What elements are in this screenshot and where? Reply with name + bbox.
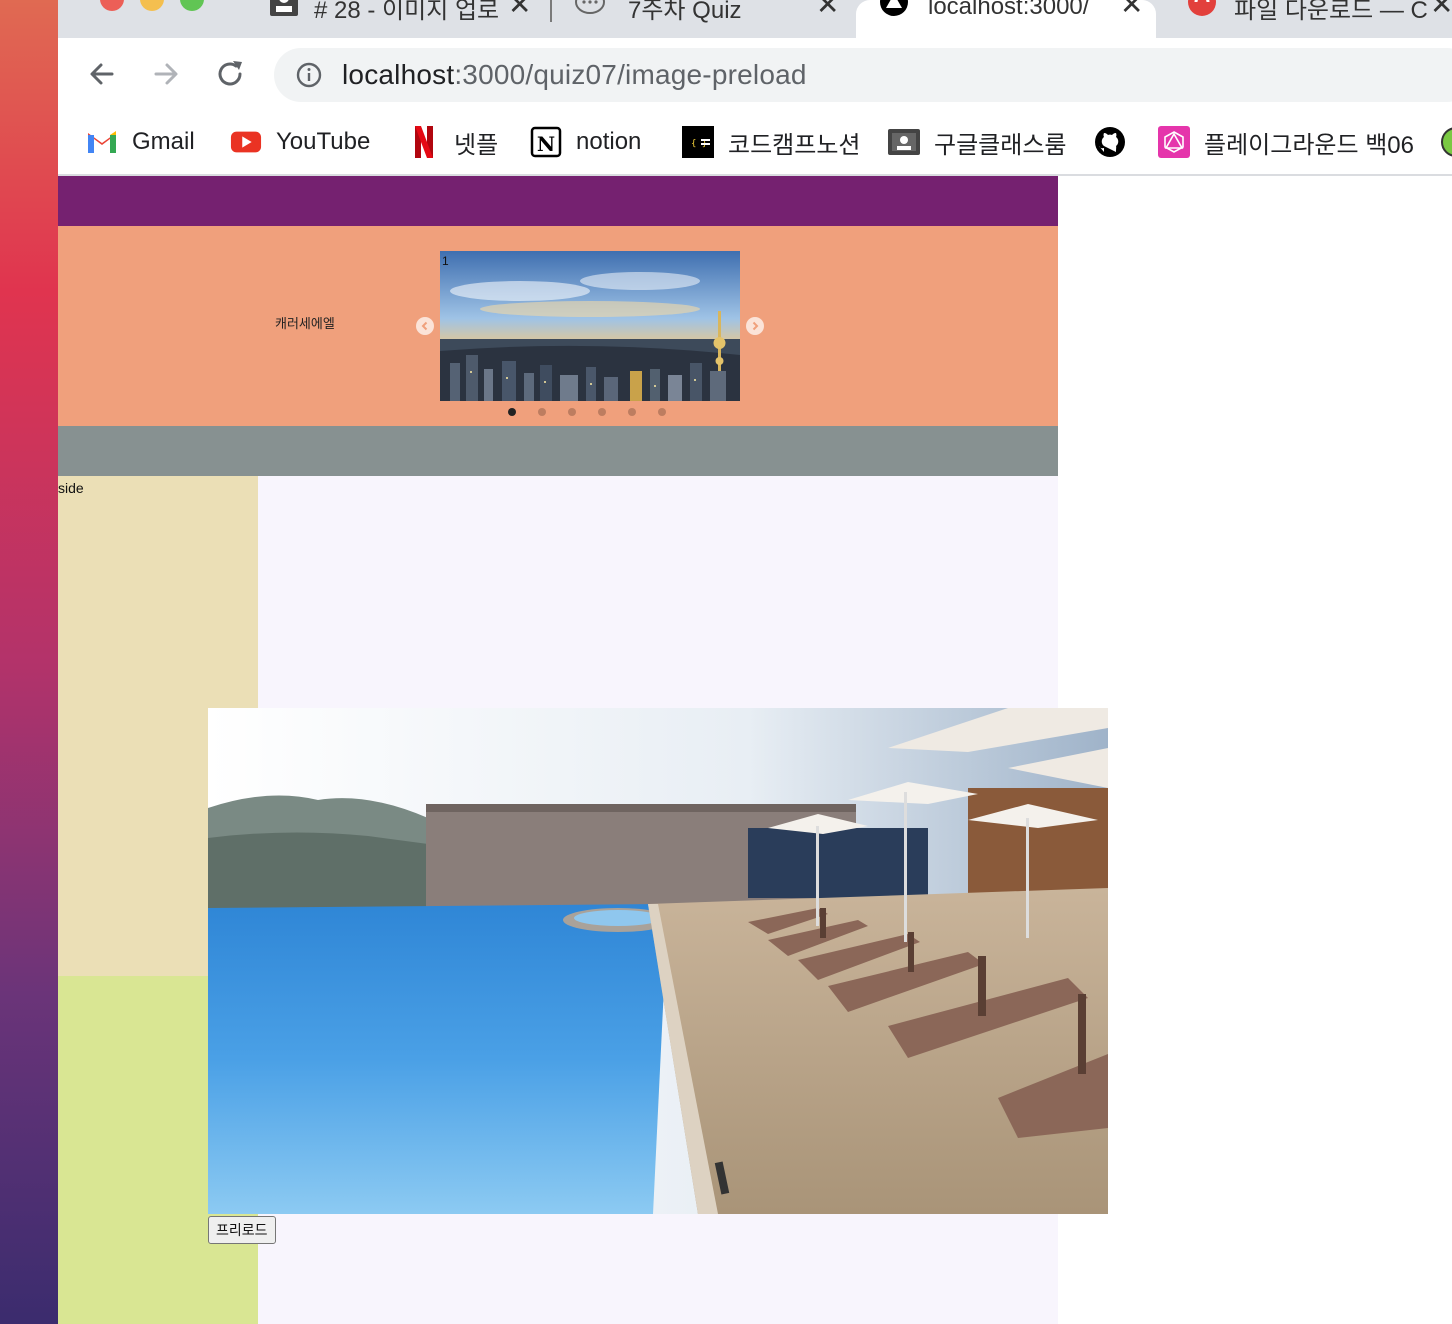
slide-number: 1 <box>442 254 449 268</box>
chevron-left-icon <box>421 321 428 331</box>
url-path: :3000/quiz07/image-preload <box>454 59 807 90</box>
gmail-icon <box>86 126 118 158</box>
close-tab-icon[interactable]: ✕ <box>816 0 839 21</box>
bookmark-codecamp[interactable]: { } 코드캠프노션 <box>682 122 860 162</box>
page-header <box>58 176 1058 226</box>
close-window-button[interactable] <box>100 0 124 11</box>
url-text[interactable]: localhost:3000/quiz07/image-preload <box>342 59 807 91</box>
classroom-icon <box>888 126 920 158</box>
arrow-right-icon <box>154 63 178 85</box>
address-bar[interactable]: localhost:3000/quiz07/image-preload <box>274 48 1452 102</box>
toolbar: localhost:3000/quiz07/image-preload <box>58 38 1452 110</box>
tab-image-upload[interactable]: # 28 - 이미지 업로 ✕ <box>258 0 542 38</box>
bookmark-label: 구글클래스룸 <box>934 131 1067 159</box>
classroom-favicon-icon <box>270 0 298 16</box>
banner-label: 캐러세에엘 <box>275 317 335 332</box>
close-tab-icon[interactable]: ✕ <box>508 0 531 21</box>
close-tab-icon[interactable]: ✕ <box>1120 0 1143 21</box>
rooftop-pool-photo <box>208 708 1108 1214</box>
green-circle-icon <box>1440 126 1452 158</box>
svg-text:N: N <box>537 132 555 156</box>
carousel-dot[interactable] <box>628 408 636 416</box>
forward-button[interactable] <box>146 54 186 94</box>
bookmark-label: Gmail <box>132 128 195 155</box>
carousel-dot[interactable] <box>598 408 606 416</box>
banner: 캐러세에엘 1 <box>58 226 1058 426</box>
sidebar-label: side <box>58 480 84 496</box>
close-tab-icon[interactable]: ✕ <box>1430 0 1452 21</box>
bookmark-youtube[interactable]: YouTube <box>230 122 370 162</box>
bookmark-netflix[interactable]: 넷플 <box>408 122 498 162</box>
tab-quiz[interactable]: 7주차 Quiz ✕ <box>564 0 846 38</box>
info-icon[interactable] <box>296 62 322 88</box>
tab-strip: # 28 - 이미지 업로 ✕ 7주차 Quiz ✕ localhost:300… <box>58 0 1452 38</box>
carousel-dot[interactable] <box>568 408 576 416</box>
youtube-icon <box>230 126 262 158</box>
page-viewport: 캐러세에엘 1 side 프리로드 <box>58 176 1452 1324</box>
carousel-slide-image[interactable]: 1 <box>440 251 740 401</box>
tab-file-download[interactable]: 파일 다운로드 — C ✕ <box>1166 0 1452 38</box>
desktop-wallpaper <box>0 0 58 1324</box>
tab-title: localhost:3000/ <box>928 0 1090 20</box>
carousel-next-button[interactable] <box>746 317 764 335</box>
bookmark-label: 플레이그라운드 백06 <box>1204 131 1415 159</box>
bookmark-gmail[interactable]: Gmail <box>86 122 195 162</box>
carousel-dot[interactable] <box>508 408 516 416</box>
download-favicon-icon <box>1188 0 1216 16</box>
arrow-left-icon <box>90 63 114 85</box>
bookmark-label: 넷플 <box>454 131 499 159</box>
codecamp-icon: { } <box>682 126 714 158</box>
netflix-icon <box>408 126 440 158</box>
tab-title: 파일 다운로드 — C <box>1234 0 1428 24</box>
chat-bubble-icon <box>575 0 605 14</box>
chevron-right-icon <box>752 321 759 331</box>
carousel-dots <box>508 408 666 416</box>
tab-separator <box>550 0 552 22</box>
bookmark-playground[interactable]: 플레이그라운드 백06 <box>1158 122 1414 162</box>
carousel-dot[interactable] <box>658 408 666 416</box>
minimize-window-button[interactable] <box>140 0 164 11</box>
navigation-bar <box>58 426 1058 476</box>
tab-title: 7주차 Quiz <box>628 0 742 24</box>
notion-icon: N <box>530 126 562 158</box>
carousel-prev-button[interactable] <box>416 317 434 335</box>
back-button[interactable] <box>82 54 122 94</box>
vercel-favicon-icon <box>880 0 908 16</box>
github-icon <box>1094 126 1126 158</box>
reload-button[interactable] <box>210 54 250 94</box>
bookmark-label: 코드캠프노션 <box>728 131 861 159</box>
bookmark-label: notion <box>576 128 642 155</box>
tab-title: # 28 - 이미지 업로 <box>314 0 500 24</box>
preload-button[interactable]: 프리로드 <box>208 1216 276 1244</box>
maximize-window-button[interactable] <box>180 0 204 11</box>
bookmark-classroom[interactable]: 구글클래스룸 <box>888 122 1066 162</box>
tab-localhost[interactable]: localhost:3000/ ✕ <box>856 0 1156 38</box>
graphql-icon <box>1158 126 1190 158</box>
preloaded-pool-image <box>208 708 1108 1214</box>
browser-window: # 28 - 이미지 업로 ✕ 7주차 Quiz ✕ localhost:300… <box>58 0 1452 1324</box>
url-host: localhost <box>342 59 455 90</box>
bookmark-notion[interactable]: N notion <box>530 122 641 162</box>
bookmarks-bar: Gmail YouTube 넷플 N notion { } 코드캠프노션 구글클… <box>58 110 1452 176</box>
carousel-dot[interactable] <box>538 408 546 416</box>
bookmark-overflow[interactable] <box>1440 122 1452 162</box>
bookmark-label: YouTube <box>276 128 371 155</box>
reload-icon <box>218 61 242 86</box>
city-skyline-image <box>440 251 740 401</box>
bookmark-github[interactable] <box>1094 122 1140 162</box>
